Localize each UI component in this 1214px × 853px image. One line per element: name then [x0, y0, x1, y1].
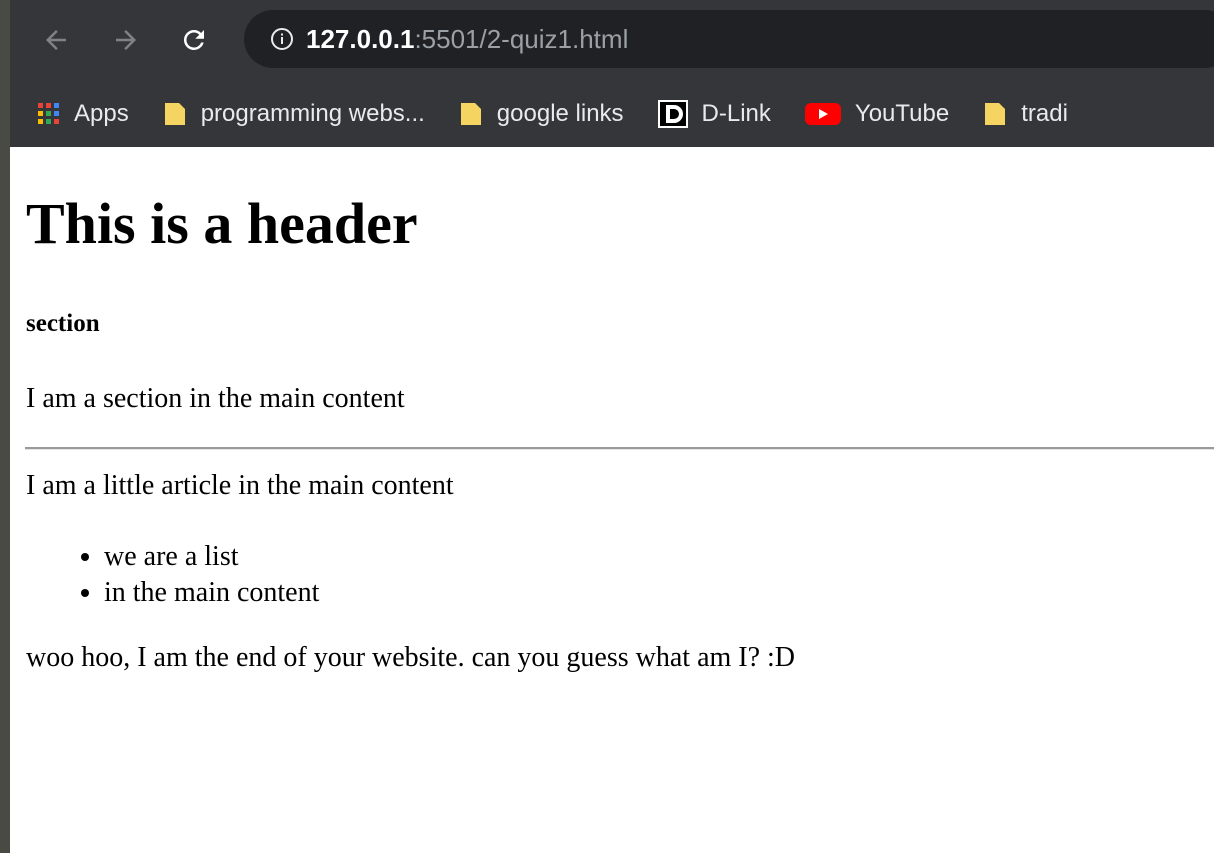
bookmark-programming-websites[interactable]: programming webs... [163, 100, 425, 128]
bookmark-tradi[interactable]: tradi [983, 100, 1068, 128]
bookmark-label: google links [496, 99, 624, 127]
page-header: This is a header [26, 191, 418, 256]
forward-arrow-icon [116, 30, 136, 50]
list-item: in the main content [104, 575, 319, 611]
page-viewport: This is a header section I am a section … [10, 147, 1214, 853]
divider [25, 447, 1214, 450]
bookmarks-bar: Apps programming webs... google links D-… [10, 80, 1214, 147]
bookmark-dlink[interactable]: D-Link [657, 99, 771, 128]
list-item: we are a list [104, 539, 319, 575]
article-text: I am a little article in the main conten… [26, 470, 454, 501]
folder-icon [163, 101, 187, 127]
bookmark-label: D-Link [701, 99, 771, 127]
section-title: section [26, 310, 100, 337]
url-host: 127.0.0.1 [306, 23, 415, 54]
bookmark-label: programming webs... [200, 99, 425, 127]
url-path: :5501/2-quiz1.html [414, 23, 629, 54]
address-bar[interactable]: 127.0.0.1:5501/2-quiz1.html [244, 10, 1214, 68]
back-arrow-icon [46, 30, 66, 50]
folder-icon [459, 101, 483, 127]
youtube-icon [804, 101, 841, 127]
bookmark-apps[interactable]: Apps [38, 100, 129, 128]
bookmark-label: Apps [74, 99, 129, 127]
section-text: I am a section in the main content [26, 383, 405, 414]
url-text[interactable]: 127.0.0.1:5501/2-quiz1.html [306, 24, 628, 55]
forward-button[interactable] [108, 22, 144, 58]
folder-icon [983, 101, 1007, 127]
browser-toolbar: 127.0.0.1:5501/2-quiz1.html [10, 0, 1214, 80]
back-button[interactable] [38, 22, 74, 58]
content-list: we are a list in the main content [26, 539, 319, 611]
bookmark-google-links[interactable]: google links [459, 100, 624, 128]
reload-button[interactable] [176, 22, 212, 58]
info-icon[interactable] [270, 27, 294, 51]
browser-chrome: 127.0.0.1:5501/2-quiz1.html Apps program… [10, 0, 1214, 147]
apps-grid-icon [38, 102, 60, 125]
bookmark-label: tradi [1021, 99, 1068, 127]
dlink-icon [657, 99, 688, 128]
bookmark-youtube[interactable]: YouTube [804, 99, 950, 128]
footer-text: woo hoo, I am the end of your website. c… [26, 642, 796, 673]
reload-icon [183, 29, 204, 50]
bookmark-label: YouTube [854, 99, 950, 127]
